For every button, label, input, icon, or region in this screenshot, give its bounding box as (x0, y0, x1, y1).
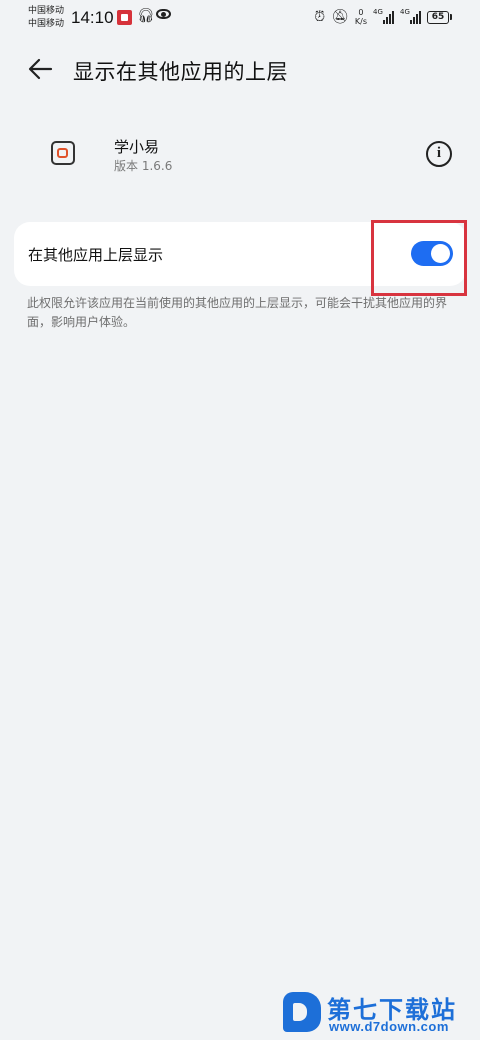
alarm-icon: ⏰︎ (314, 9, 326, 25)
speed-unit: K/s (354, 17, 367, 26)
title-bar: 显示在其他应用的上层 (0, 48, 480, 92)
eye-icon (156, 9, 171, 19)
app-icon (51, 141, 75, 165)
network-type-1: 4G (373, 8, 383, 16)
watermark: 第七下载站 www.d7down.com (283, 988, 473, 1036)
battery-level: 65 (427, 10, 449, 24)
status-right-group: ⏰︎ 🔕︎ 0 K/s 4G 4G 65 (314, 8, 452, 26)
watermark-logo-icon (283, 992, 321, 1032)
app-name: 学小易 (114, 138, 160, 156)
info-icon: i (436, 145, 442, 161)
network-type-2: 4G (400, 8, 410, 16)
watermark-url: www.d7down.com (329, 1019, 449, 1034)
battery-icon: 65 (427, 10, 452, 24)
network-speed: 0 K/s (355, 8, 367, 26)
info-button[interactable]: i (426, 141, 452, 167)
headphone-icon: 🎧︎ (137, 8, 155, 24)
app-notification-icon (117, 10, 132, 25)
signal-icon: 4G (400, 8, 421, 24)
speed-value: 0 (358, 8, 364, 17)
status-time: 14:10 (71, 8, 114, 27)
mute-icon: 🔕︎ (331, 9, 349, 25)
carrier-line-1: 中国移动 (28, 6, 65, 16)
carrier-info: 中国移动 中国移动 (28, 5, 64, 31)
back-arrow-icon (28, 58, 53, 80)
permission-description: 此权限允许该应用在当前使用的其他应用的上层显示，可能会干扰其他应用的界面，影响用… (27, 296, 448, 329)
status-bar: 中国移动 中国移动 14:10 🎧︎ ⏰︎ 🔕︎ 0 K/s 4G 4G 65 (0, 0, 480, 36)
carrier-line-2: 中国移动 (28, 19, 65, 29)
app-version: 版本 1.6.6 (114, 159, 173, 173)
highlight-annotation (371, 220, 467, 296)
signal-icon: 4G (373, 8, 394, 24)
page-title: 显示在其他应用的上层 (73, 60, 288, 84)
back-button[interactable] (26, 54, 56, 84)
overlay-setting-label: 在其他应用上层显示 (28, 246, 164, 264)
